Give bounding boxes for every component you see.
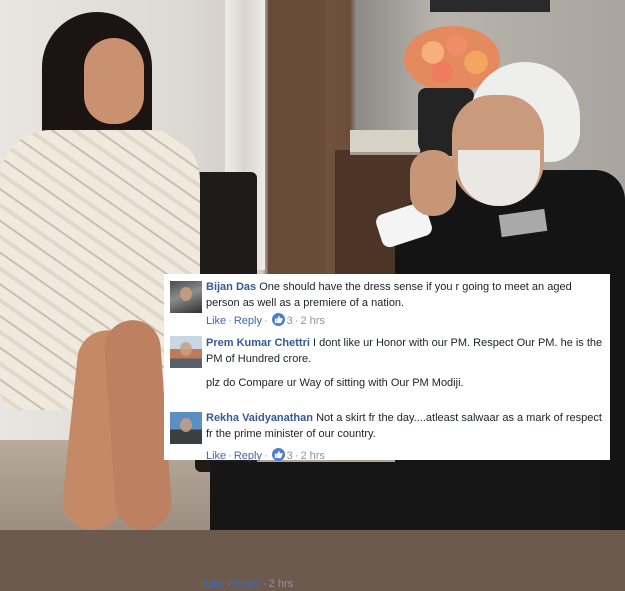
comment-author[interactable]: Bijan Das: [206, 281, 256, 293]
comment-actions: Like · Reply · 3 · 2 hrs: [206, 448, 325, 463]
wall-frame: [430, 0, 550, 12]
reaction-count[interactable]: 3: [287, 450, 293, 462]
comment-time[interactable]: 2 hrs: [300, 450, 324, 462]
comment-time[interactable]: 2 hrs: [300, 315, 324, 327]
separator: ·: [228, 315, 232, 327]
comment-actions: Like · Reply · 2 hrs: [205, 577, 293, 591]
avatar[interactable]: [170, 412, 202, 444]
man-hand: [410, 150, 456, 216]
like-link[interactable]: Like: [205, 578, 225, 590]
comment-body: Prem Kumar Chettri I dont like ur Honor …: [206, 335, 604, 391]
like-link[interactable]: Like: [206, 315, 226, 327]
like-thumb-icon[interactable]: [271, 448, 285, 461]
woman-face: [84, 38, 144, 124]
comment-time[interactable]: 2 hrs: [269, 578, 293, 590]
reply-link[interactable]: Reply: [234, 315, 262, 327]
comment-author[interactable]: Rekha Vaidyanathan: [206, 412, 313, 424]
comment-text: One should have the dress sense if you r…: [206, 281, 572, 309]
like-link[interactable]: Like: [206, 450, 226, 462]
comment-body: Bijan Das One should have the dress sens…: [206, 279, 604, 311]
separator: ·: [263, 315, 268, 327]
books: [350, 130, 420, 155]
avatar[interactable]: [170, 281, 202, 313]
comment-author[interactable]: Prem Kumar Chettri: [206, 337, 310, 349]
reaction-count[interactable]: 3: [287, 315, 293, 327]
comment-text-paragraph: plz do Compare ur Way of sitting with Ou…: [206, 377, 464, 389]
separator: ·: [227, 578, 231, 590]
separator: ·: [262, 578, 267, 590]
comment-body: Rekha Vaidyanathan Not a skirt fr the da…: [206, 410, 604, 442]
comment-actions: Like · Reply · 3 · 2 hrs: [206, 313, 325, 328]
reply-link[interactable]: Reply: [234, 450, 262, 462]
comments-panel: Bijan Das One should have the dress sens…: [164, 274, 610, 590]
like-thumb-icon[interactable]: [271, 313, 285, 326]
separator: ·: [228, 450, 232, 462]
man-legs: [210, 462, 600, 530]
wall-panel: [268, 0, 326, 280]
reply-link[interactable]: Reply: [233, 578, 261, 590]
separator: ·: [263, 450, 268, 462]
avatar[interactable]: [170, 336, 202, 368]
